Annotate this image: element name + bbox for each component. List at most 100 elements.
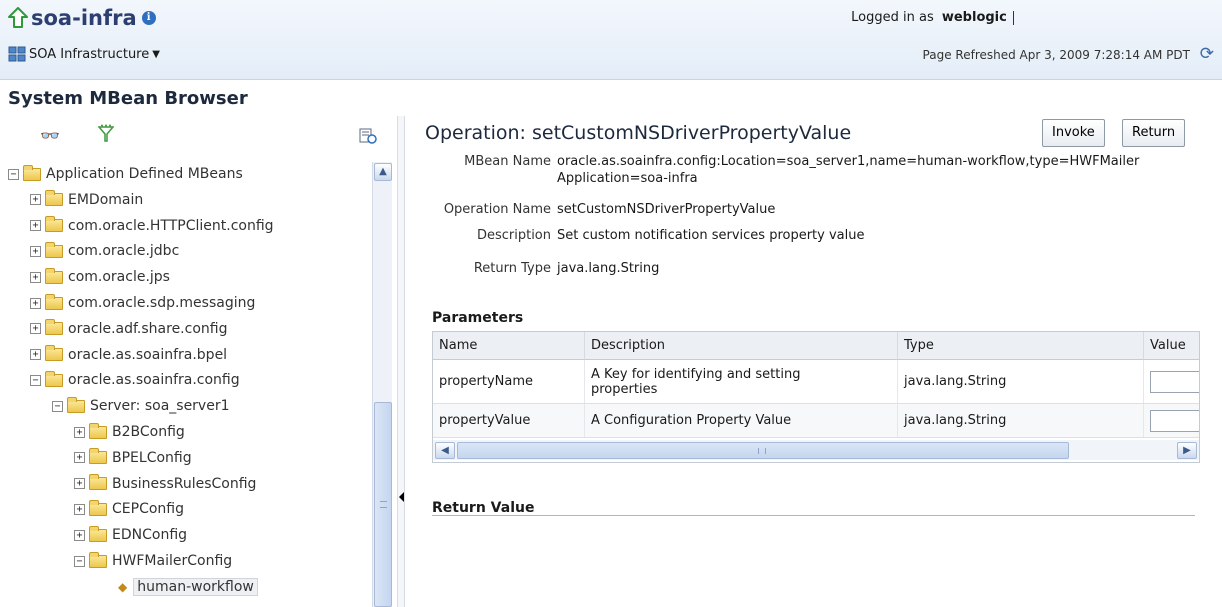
expand-icon[interactable]: +: [30, 220, 41, 232]
return-value-title: Return Value: [432, 500, 535, 516]
expand-icon[interactable]: +: [74, 503, 85, 515]
collapse-icon[interactable]: −: [30, 374, 41, 386]
tree-node-label: B2BConfig: [112, 424, 185, 440]
binoculars-icon[interactable]: 👓: [40, 126, 60, 145]
folder-icon: [45, 216, 63, 233]
tree-node[interactable]: + B2BConfig: [74, 420, 185, 444]
expand-icon[interactable]: +: [30, 349, 41, 361]
tree-node[interactable]: − HWFMailerConfig: [74, 549, 232, 573]
collapse-icon[interactable]: −: [74, 555, 85, 567]
param-name: propertyValue: [433, 404, 585, 437]
expand-icon[interactable]: +: [30, 297, 41, 309]
tree-node[interactable]: + com.oracle.jps: [30, 265, 170, 289]
table-horizontal-scrollbar[interactable]: ◀ ▶: [433, 440, 1199, 460]
filter-icon[interactable]: [98, 124, 114, 144]
column-header-name[interactable]: Name: [433, 332, 585, 360]
tree-node[interactable]: + com.oracle.jdbc: [30, 239, 179, 263]
expand-icon[interactable]: +: [74, 452, 85, 464]
scroll-left-icon[interactable]: ◀: [435, 442, 455, 459]
param-description: A Configuration Property Value: [585, 404, 898, 437]
folder-icon: [45, 293, 63, 310]
panel-splitter[interactable]: [397, 116, 405, 607]
operation-title: Operation: setCustomNSDriverPropertyValu…: [425, 122, 852, 144]
mbean-tree: − Application Defined MBeans + EMDomain + com…: [0, 162, 372, 607]
refresh-icon[interactable]: ⟳: [1200, 44, 1214, 64]
folder-icon: [89, 422, 107, 439]
info-icon[interactable]: i: [141, 11, 156, 25]
tree-scrollbar[interactable]: ▲: [372, 162, 392, 607]
invoke-button[interactable]: Invoke: [1042, 119, 1105, 147]
up-arrow-icon[interactable]: [8, 7, 28, 29]
tree-node-label: EDNConfig: [112, 527, 188, 544]
username[interactable]: weblogic: [942, 10, 1007, 25]
tree-node[interactable]: + com.oracle.HTTPClient.config: [30, 214, 274, 238]
mbean-icon: ◆: [118, 579, 128, 594]
expand-icon[interactable]: +: [74, 529, 85, 541]
expand-icon[interactable]: +: [74, 426, 85, 438]
tree-node-label: com.oracle.sdp.messaging: [68, 295, 256, 311]
property-value-value-input[interactable]: [1150, 409, 1199, 432]
table-row: propertyValue A Configuration Property V…: [433, 404, 1199, 438]
folder-icon: [89, 499, 107, 516]
tree-scroll-thumb[interactable]: [374, 402, 392, 607]
refresh-tree-icon[interactable]: [359, 128, 377, 144]
expand-icon[interactable]: +: [30, 194, 41, 206]
tree-node[interactable]: + com.oracle.sdp.messaging: [30, 291, 255, 315]
param-type: java.lang.String: [898, 404, 1144, 437]
target-menu-label: SOA Infrastructure: [29, 46, 150, 62]
tree-node[interactable]: ◆ human-workflow: [118, 575, 258, 599]
column-header-type[interactable]: Type: [898, 332, 1144, 360]
page-title: System MBean Browser: [8, 88, 248, 109]
tree-node[interactable]: + oracle.adf.share.config: [30, 317, 227, 341]
tree-node-label: EMDomain: [68, 191, 144, 208]
tree-node-label: com.oracle.jdbc: [68, 243, 180, 260]
column-header-description[interactable]: Description: [585, 332, 898, 360]
scroll-right-icon[interactable]: ▶: [1177, 442, 1197, 459]
param-value-cell: [1144, 404, 1199, 437]
param-description: A Key for identifying and setting proper…: [585, 360, 898, 403]
mbean-tree-panel: 👓 − Application Defined MBeans + EMDomain + c…: [0, 116, 396, 607]
expand-icon[interactable]: +: [74, 478, 85, 490]
return-type-value: java.lang.String: [557, 261, 660, 276]
collapse-icon[interactable]: −: [52, 400, 63, 412]
tree-node[interactable]: − Server: soa_server1: [52, 394, 230, 418]
tree-node-label: BusinessRulesConfig: [112, 475, 257, 492]
folder-icon: [45, 241, 63, 258]
folder-icon: [67, 396, 85, 413]
expand-icon[interactable]: +: [30, 245, 41, 257]
column-header-value[interactable]: Value: [1144, 332, 1199, 360]
scroll-up-icon[interactable]: ▲: [374, 163, 392, 181]
tree-node[interactable]: + BusinessRulesConfig: [74, 472, 256, 496]
tree-node-label: CEPConfig: [112, 501, 184, 518]
tree-node[interactable]: + oracle.as.soainfra.bpel: [30, 343, 227, 367]
tree-node-label: Server: soa_server1: [90, 398, 230, 415]
property-name-value-input[interactable]: [1150, 370, 1199, 393]
tree-node[interactable]: − Application Defined MBeans: [8, 162, 243, 186]
expand-icon[interactable]: +: [30, 323, 41, 335]
expand-icon[interactable]: +: [30, 271, 41, 283]
target-menu[interactable]: SOA Infrastructure ▼: [8, 46, 160, 62]
return-button[interactable]: Return: [1122, 119, 1186, 147]
logged-in-info: Logged in as weblogic: [851, 10, 1014, 25]
tree-node[interactable]: + EMDomain: [30, 188, 143, 212]
tree-node-label: BPELConfig: [112, 449, 192, 466]
folder-icon: [89, 525, 107, 542]
page-header: soa-infra i SOA Infrastructure ▼ Logged …: [0, 0, 1222, 80]
chevron-down-icon: ▼: [152, 48, 160, 60]
return-type-label: Return Type: [473, 261, 551, 276]
folder-icon: [45, 319, 63, 336]
tree-node[interactable]: + EDNConfig: [74, 523, 187, 547]
tree-node[interactable]: + BPELConfig: [74, 446, 192, 470]
folder-icon: [89, 448, 107, 465]
tree-node-label: oracle.as.soainfra.bpel: [68, 346, 228, 363]
collapse-left-icon[interactable]: [399, 492, 404, 502]
table-scroll-thumb[interactable]: [457, 442, 1069, 459]
folder-icon: [45, 190, 63, 207]
tree-node[interactable]: − oracle.as.soainfra.config: [30, 368, 240, 392]
parameters-table: Name Description Type Value propertyName…: [432, 331, 1200, 463]
page-refreshed-time: Page Refreshed Apr 3, 2009 7:28:14 AM PD…: [922, 48, 1190, 62]
tree-node[interactable]: + CEPConfig: [74, 497, 184, 521]
tree-node-label: com.oracle.jps: [68, 269, 170, 286]
tree-toolbar: 👓: [0, 116, 396, 156]
collapse-icon[interactable]: −: [8, 168, 19, 180]
